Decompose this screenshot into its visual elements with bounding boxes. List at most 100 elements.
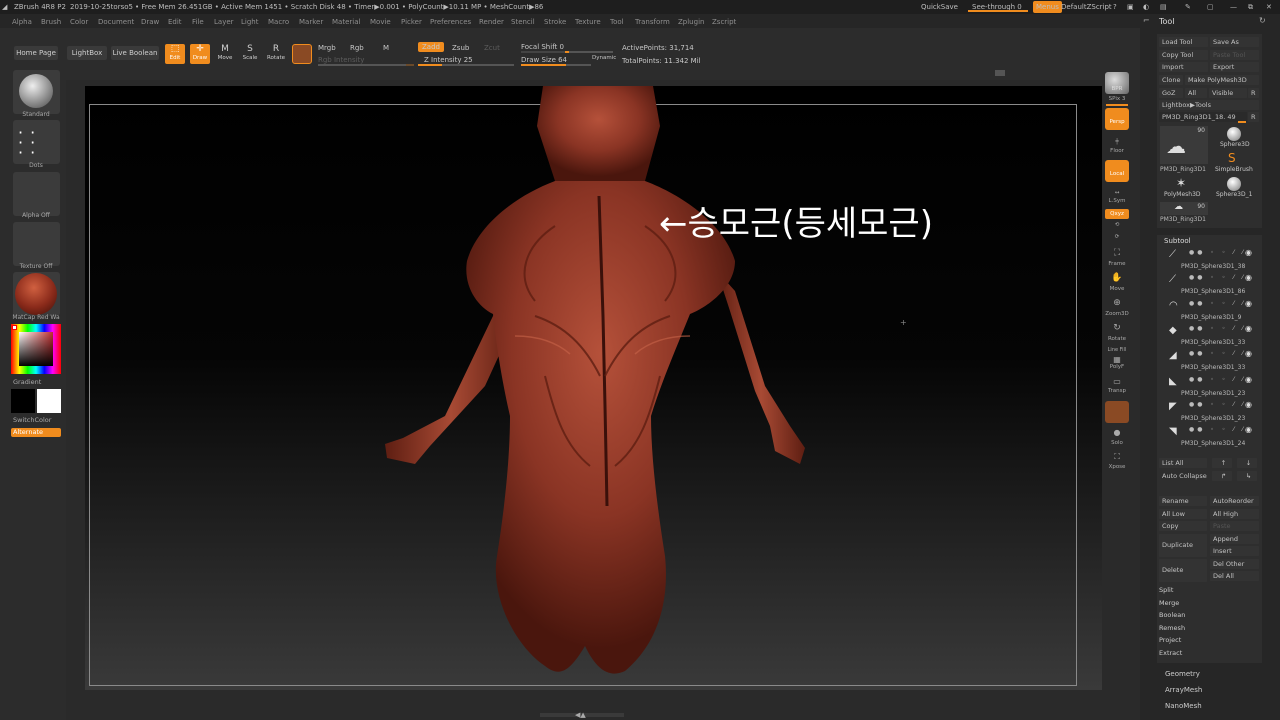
- mrgb-button[interactable]: Mrgb: [318, 44, 336, 52]
- menu-item-stroke[interactable]: Stroke: [544, 18, 566, 26]
- eye-icon[interactable]: ◉: [1245, 349, 1252, 358]
- lock-icon[interactable]: ▢: [1207, 3, 1214, 11]
- menu-item-material[interactable]: Material: [332, 18, 360, 26]
- visible-button[interactable]: Visible: [1209, 88, 1247, 98]
- delete-button[interactable]: Delete: [1159, 559, 1207, 582]
- rotate-view-icon[interactable]: ↻: [1102, 323, 1132, 333]
- menu-item-color[interactable]: Color: [70, 18, 88, 26]
- dynamic-button[interactable]: Dynamic: [592, 55, 616, 61]
- draw-size-slider[interactable]: Draw Size 64: [521, 56, 567, 64]
- paste-button[interactable]: Paste: [1210, 521, 1259, 531]
- del-all-button[interactable]: Del All: [1210, 571, 1259, 581]
- close-icon[interactable]: ✕: [1266, 3, 1272, 11]
- menu-item-stencil[interactable]: Stencil: [511, 18, 535, 26]
- switch-color-button[interactable]: SwitchColor: [13, 416, 51, 424]
- menu-item-zplugin[interactable]: Zplugin: [678, 18, 704, 26]
- menu-item-document[interactable]: Document: [98, 18, 134, 26]
- subtool-toggles-icon[interactable]: ●● ◦ ◦ ⁄ ⁄: [1189, 426, 1246, 433]
- live-boolean-button[interactable]: Live Boolean: [111, 46, 159, 60]
- subtool-toggles-icon[interactable]: ●● ◦ ◦ ⁄ ⁄: [1189, 376, 1246, 383]
- spix-slider[interactable]: SPix 3: [1102, 96, 1132, 102]
- scale-button[interactable]: S Scale: [240, 44, 260, 64]
- polymesh3d-icon[interactable]: ✶: [1176, 176, 1186, 190]
- move-button[interactable]: M Move: [215, 44, 235, 64]
- texture-thumbnail[interactable]: [13, 222, 60, 266]
- subtool-row[interactable]: ◢ ●● ◦ ◦ ⁄ ⁄ ◉ PM3D_Sphere3D1_33: [1159, 349, 1259, 372]
- alternate-button[interactable]: Alternate: [11, 428, 61, 437]
- menu-item-tool[interactable]: Tool: [610, 18, 624, 26]
- edit-button[interactable]: ⬚ Edit: [165, 44, 185, 64]
- home-page-button[interactable]: Home Page: [14, 46, 58, 60]
- rgb-intensity-track[interactable]: [318, 64, 414, 66]
- current-tool-track[interactable]: [1238, 121, 1246, 123]
- all-low-button[interactable]: All Low: [1159, 509, 1207, 519]
- all-button[interactable]: All: [1185, 88, 1207, 98]
- menu-item-zscript[interactable]: Zscript: [712, 18, 736, 26]
- split-section[interactable]: Split: [1159, 586, 1259, 594]
- focal-shift-track[interactable]: [521, 51, 613, 53]
- primary-color-swatch[interactable]: [37, 389, 61, 413]
- bottom-tray-arrows-icon[interactable]: ◀▲: [575, 711, 586, 719]
- goz-button[interactable]: GoZ: [1159, 88, 1183, 98]
- tool-panel-title[interactable]: Tool: [1159, 17, 1175, 26]
- menu-item-marker[interactable]: Marker: [299, 18, 323, 26]
- menu-item-picker[interactable]: Picker: [401, 18, 422, 26]
- persp-button[interactable]: Persp: [1105, 108, 1129, 130]
- draw-size-track[interactable]: [521, 64, 591, 66]
- subtool-toggles-icon[interactable]: ●● ◦ ◦ ⁄ ⁄: [1189, 350, 1246, 357]
- project-section[interactable]: Project: [1159, 636, 1259, 644]
- subtool-row[interactable]: ◥ ●● ◦ ◦ ⁄ ⁄ ◉ PM3D_Sphere3D1_24: [1159, 425, 1259, 448]
- arrow-down-right-icon[interactable]: ↳: [1237, 471, 1257, 481]
- tool-panel-pin-icon[interactable]: ⌐: [1143, 16, 1150, 25]
- menus-button[interactable]: Menus: [1033, 1, 1062, 13]
- insert-button[interactable]: Insert: [1210, 546, 1259, 556]
- rgb-button[interactable]: Rgb: [350, 44, 364, 52]
- color-picker[interactable]: [11, 324, 61, 374]
- save-as-button[interactable]: Save As: [1210, 37, 1259, 47]
- menu-item-render[interactable]: Render: [479, 18, 504, 26]
- clone-button[interactable]: Clone: [1159, 75, 1183, 85]
- lightbox-button[interactable]: LightBox: [67, 46, 107, 60]
- ring-tool-thumbnail[interactable]: 90 ☁: [1160, 202, 1208, 215]
- menu-item-brush[interactable]: Brush: [41, 18, 61, 26]
- draw-button[interactable]: ✛ Draw: [190, 44, 210, 64]
- rename-button[interactable]: Rename: [1159, 496, 1207, 506]
- load-tool-button[interactable]: Load Tool: [1159, 37, 1208, 47]
- menu-item-layer[interactable]: Layer: [214, 18, 234, 26]
- del-other-button[interactable]: Del Other: [1210, 559, 1259, 569]
- extract-section[interactable]: Extract: [1159, 649, 1259, 657]
- duplicate-button[interactable]: Duplicate: [1159, 534, 1207, 557]
- all-high-button[interactable]: All High: [1210, 509, 1259, 519]
- subtool-row[interactable]: ◣ ●● ◦ ◦ ⁄ ⁄ ◉ PM3D_Sphere3D1_23: [1159, 375, 1259, 398]
- spix-track[interactable]: [1106, 104, 1128, 106]
- transp-icon[interactable]: ▭: [1102, 377, 1132, 386]
- brush-thumbnail[interactable]: [13, 70, 60, 114]
- nanomesh-section[interactable]: NanoMesh: [1165, 702, 1265, 710]
- floor-icon[interactable]: ╪: [1102, 139, 1132, 145]
- subtool-row[interactable]: ◆ ●● ◦ ◦ ⁄ ⁄ ◉ PM3D_Sphere3D1_33: [1159, 324, 1259, 347]
- see-through-track[interactable]: [968, 10, 1028, 12]
- torso-model[interactable]: [85, 86, 1102, 690]
- import-button[interactable]: Import: [1159, 62, 1208, 72]
- gradient-label[interactable]: Gradient: [13, 378, 41, 386]
- zoom3d-icon[interactable]: ⊕: [1102, 298, 1132, 308]
- zsub-button[interactable]: Zsub: [452, 44, 469, 52]
- maximize-icon[interactable]: ⧉: [1248, 3, 1253, 12]
- active-tool-thumbnail[interactable]: 90 ☁: [1160, 126, 1208, 164]
- subtool-toggles-icon[interactable]: ●● ◦ ◦ ⁄ ⁄: [1189, 300, 1246, 307]
- menu-item-texture[interactable]: Texture: [575, 18, 601, 26]
- copy-button[interactable]: Copy: [1159, 521, 1207, 531]
- subtool-toggles-icon[interactable]: ●● ◦ ◦ ⁄ ⁄: [1189, 401, 1246, 408]
- focal-shift-slider[interactable]: Focal Shift 0: [521, 43, 564, 51]
- m-button[interactable]: M: [383, 44, 389, 52]
- menu-item-macro[interactable]: Macro: [268, 18, 289, 26]
- rotate-axis2-icon[interactable]: ⟳: [1102, 234, 1132, 240]
- ghost-button[interactable]: [1105, 401, 1129, 423]
- eye-icon[interactable]: ◉: [1245, 299, 1252, 308]
- geometry-section[interactable]: Geometry: [1165, 670, 1265, 678]
- material-swatch-icon[interactable]: [292, 44, 312, 64]
- secondary-color-swatch[interactable]: [11, 389, 35, 413]
- remesh-section[interactable]: Remesh: [1159, 624, 1259, 632]
- menu-item-transform[interactable]: Transform: [635, 18, 670, 26]
- eye-icon[interactable]: ◉: [1245, 273, 1252, 282]
